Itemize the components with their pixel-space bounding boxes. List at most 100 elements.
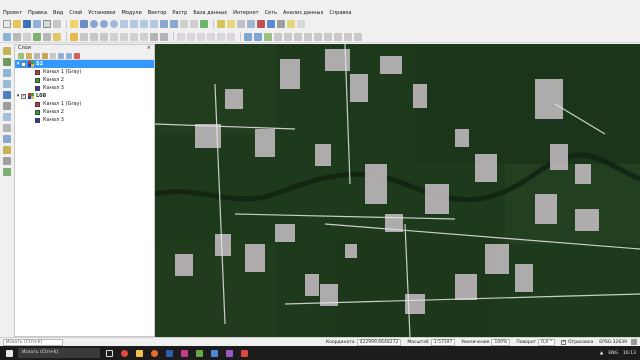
zoom-in-icon[interactable] <box>90 20 98 28</box>
pan-hand-icon[interactable] <box>70 20 78 28</box>
menu-plugins[interactable]: Модули <box>122 10 142 16</box>
menu-database[interactable]: База данных <box>193 10 227 16</box>
menu-processing[interactable]: Анализ данных <box>283 10 323 16</box>
add-raster-layer-icon[interactable] <box>3 58 11 66</box>
cut-feature-icon[interactable] <box>120 32 128 41</box>
new-map-view-icon[interactable] <box>180 20 188 28</box>
add-group-icon[interactable] <box>26 52 32 59</box>
scale-field[interactable]: 1:57597 <box>430 338 456 346</box>
qgis-icon[interactable] <box>193 348 205 358</box>
add-vector-layer-icon[interactable] <box>3 47 11 55</box>
filter-legend-icon[interactable] <box>42 52 48 59</box>
magnifier-field[interactable]: 100% <box>491 338 511 346</box>
label-move-icon[interactable] <box>207 32 215 41</box>
add-wcs-layer-icon[interactable] <box>3 168 11 176</box>
label-show-hide-icon[interactable] <box>197 32 205 41</box>
new-layer-icon[interactable] <box>13 32 21 41</box>
field-calculator-icon[interactable] <box>257 20 265 28</box>
remove-layer-icon[interactable] <box>74 52 80 59</box>
layout-manager-icon[interactable] <box>53 20 61 28</box>
reshape-icon[interactable] <box>264 32 272 41</box>
delete-part-icon[interactable] <box>354 32 362 41</box>
firefox-icon[interactable] <box>148 348 160 358</box>
rotate-point-icon[interactable] <box>304 32 312 41</box>
app-icon[interactable] <box>223 348 235 358</box>
add-mesh-layer-icon[interactable] <box>3 157 11 165</box>
layer-visibility-checkbox[interactable] <box>21 93 26 99</box>
refresh-icon[interactable] <box>200 20 208 28</box>
add-spatialite-layer-icon[interactable] <box>3 102 11 110</box>
add-mesh-icon[interactable] <box>43 32 51 41</box>
save-project-icon[interactable] <box>23 20 31 28</box>
add-mssql-layer-icon[interactable] <box>3 113 11 121</box>
add-wms-layer-icon[interactable] <box>3 69 11 77</box>
pan-to-selection-icon[interactable] <box>80 20 88 28</box>
statistics-sigma-icon[interactable] <box>267 20 275 28</box>
delete-ring-icon[interactable] <box>344 32 352 41</box>
label-change-icon[interactable] <box>227 32 235 41</box>
label-pin-icon[interactable] <box>187 32 195 41</box>
map-canvas[interactable] <box>155 44 640 337</box>
print-layout-icon[interactable] <box>43 20 51 28</box>
eye-icon[interactable] <box>34 52 40 59</box>
add-delimited-text-icon[interactable] <box>53 32 61 41</box>
media-icon[interactable] <box>178 348 190 358</box>
digitize-rect-icon[interactable] <box>254 32 262 41</box>
zoom-selection-icon[interactable] <box>130 20 138 28</box>
app-icon[interactable] <box>238 348 250 358</box>
annotation-icon[interactable] <box>287 20 295 28</box>
zoom-native-icon[interactable] <box>150 20 158 28</box>
add-ring-icon[interactable] <box>324 32 332 41</box>
label-icon[interactable] <box>177 32 185 41</box>
select-features-icon[interactable] <box>227 20 235 28</box>
add-vector-icon[interactable] <box>23 32 31 41</box>
undo-icon[interactable] <box>150 32 158 41</box>
layer-visibility-checkbox[interactable] <box>21 61 26 67</box>
menu-edit[interactable]: Правка <box>28 10 47 16</box>
add-wfs-layer-icon[interactable] <box>3 80 11 88</box>
add-delimited-layer-icon[interactable] <box>3 146 11 154</box>
layer-row-l08[interactable]: ▾ L08 <box>15 92 154 100</box>
layer-row-s2[interactable]: ▾ S2 <box>15 60 154 68</box>
menu-raster[interactable]: Растр <box>172 10 187 16</box>
paste-feature-icon[interactable] <box>140 32 148 41</box>
crs-button[interactable]: EPSG:32639 <box>599 340 627 345</box>
menu-view[interactable]: Вид <box>53 10 63 16</box>
merge-features-icon[interactable] <box>294 32 302 41</box>
render-checkbox[interactable] <box>560 339 566 345</box>
add-raster-icon[interactable] <box>33 32 41 41</box>
add-postgis-layer-icon[interactable] <box>3 91 11 99</box>
identify-icon[interactable] <box>217 20 225 28</box>
digitize-shape-icon[interactable] <box>244 32 252 41</box>
menu-project[interactable]: Проект <box>3 10 22 16</box>
save-edits-icon[interactable] <box>80 32 88 41</box>
network-icon[interactable]: ▲ <box>600 351 603 356</box>
delete-feature-icon[interactable] <box>110 32 118 41</box>
zoom-next-icon[interactable] <box>170 20 178 28</box>
vertex-tool-icon[interactable] <box>100 32 108 41</box>
chrome-icon[interactable] <box>118 348 130 358</box>
rotation-field[interactable]: 0,0 ° <box>538 338 555 346</box>
explorer-icon[interactable] <box>133 348 145 358</box>
open-project-icon[interactable] <box>13 20 21 28</box>
expand-all-icon[interactable] <box>58 52 64 59</box>
app-icon[interactable] <box>208 348 220 358</box>
redo-icon[interactable] <box>160 32 168 41</box>
menu-mesh[interactable]: Сеть <box>265 10 277 16</box>
add-oracle-layer-icon[interactable] <box>3 124 11 132</box>
collapse-all-icon[interactable] <box>66 52 72 59</box>
menu-web[interactable]: Интернет <box>233 10 258 16</box>
save-as-icon[interactable] <box>33 20 41 28</box>
attribute-table-icon[interactable] <box>247 20 255 28</box>
new-project-icon[interactable] <box>3 20 11 28</box>
language-indicator[interactable]: ENG <box>608 351 618 356</box>
close-icon[interactable]: × <box>147 45 151 52</box>
windows-start-icon[interactable] <box>3 348 15 358</box>
add-feature-icon[interactable] <box>90 32 98 41</box>
zoom-layer-icon[interactable] <box>140 20 148 28</box>
message-log-icon[interactable] <box>631 339 637 345</box>
coordinate-field[interactable]: 422999,6648272 <box>356 338 402 346</box>
layer-style-icon[interactable] <box>18 52 24 59</box>
menu-layer[interactable]: Слой <box>69 10 82 16</box>
add-virtual-layer-icon[interactable] <box>3 135 11 143</box>
